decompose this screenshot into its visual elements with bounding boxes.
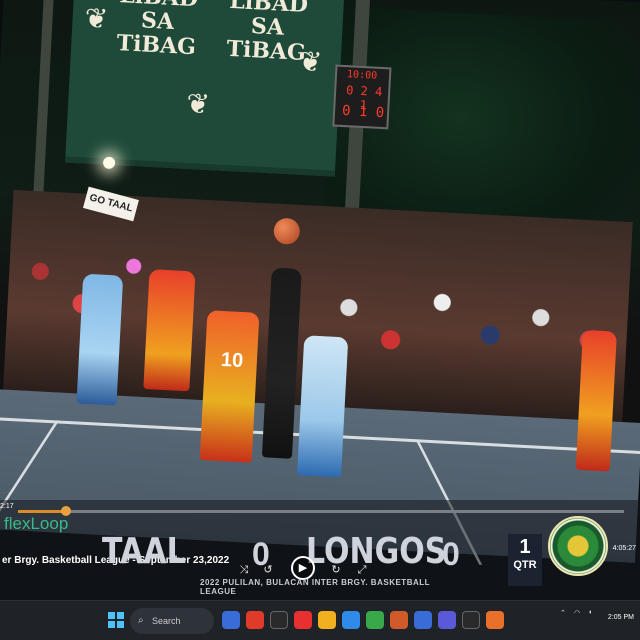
away-team-score: 0 (442, 536, 460, 572)
video-app-icon[interactable] (246, 611, 264, 629)
municipal-seal-logo (548, 516, 608, 576)
league-strip: 2022 PULILAN, BULACAN INTER BRGY. BASKET… (200, 578, 430, 596)
volume-icon[interactable]: ◖ (588, 609, 592, 616)
search-icon: ⌕ (138, 615, 144, 626)
home-team-name: TAAL (102, 530, 186, 573)
taskbar-search[interactable]: ⌕ Search (130, 608, 214, 634)
windows-taskbar: ⌕ Search ⌃ ◠ ◖ 2:05 PM (0, 600, 640, 640)
period-indicator: 1 QTR (508, 534, 542, 586)
meet-app-icon[interactable] (222, 611, 240, 629)
period-number: 1 (519, 536, 531, 558)
player-blue (76, 273, 124, 406)
time-total: 4:05:27 (612, 545, 636, 552)
shuffle-icon[interactable]: ⤨ (236, 562, 252, 578)
office-app-icon[interactable] (390, 611, 408, 629)
fullscreen-icon[interactable]: ⤢ (354, 562, 370, 578)
seek-progress (18, 510, 67, 513)
fish-icon: ❦ (185, 87, 211, 120)
banner-text-left: LiBAD SA TiBAG (116, 0, 199, 61)
wifi-icon[interactable]: ◠ (574, 609, 580, 617)
media-player-icon[interactable] (462, 611, 480, 629)
music-app-icon[interactable] (294, 611, 312, 629)
scoreboard-time: 10:00 (346, 69, 378, 82)
forward-icon[interactable]: ↻ (328, 562, 344, 578)
search-label: Search (152, 616, 181, 626)
player-orange (143, 269, 196, 392)
taskbar-clock[interactable]: 2:05 PM (608, 614, 634, 621)
play-button[interactable]: ▶ (291, 556, 315, 580)
file-explorer-icon[interactable] (318, 611, 336, 629)
seek-bar[interactable] (18, 506, 624, 516)
video-scene: LiBAD SA TiBAG LiBAD SA TiBAG ❦ ❦ ❦ 10:0… (0, 0, 640, 565)
word-app-icon[interactable] (414, 611, 432, 629)
period-label: QTR (513, 559, 537, 571)
notes-app-icon[interactable] (270, 611, 288, 629)
scoreboard-bottom: 0 1 0 (341, 102, 385, 122)
player-blue-jumper (297, 335, 349, 478)
app-icon[interactable] (486, 611, 504, 629)
windows-start-icon[interactable] (108, 612, 124, 628)
teams-app-icon[interactable] (438, 611, 456, 629)
video-player-bar: 2:17 4:05:27 flexLoop er Brgy. Basketbal… (0, 500, 640, 600)
replay-icon[interactable]: ↺ (260, 562, 276, 578)
player-orange-10 (199, 310, 260, 463)
scoreboard: 10:00 0 2 4 1 0 1 0 (332, 64, 392, 130)
fish-icon: ❦ (297, 45, 323, 78)
edge-browser-icon[interactable] (342, 611, 360, 629)
brand-watermark: flexLoop (4, 514, 69, 533)
fish-icon: ❦ (83, 2, 109, 35)
jersey-number: 10 (220, 348, 244, 373)
libad-sa-tibag-banner: LiBAD SA TiBAG LiBAD SA TiBAG ❦ ❦ ❦ (65, 0, 345, 177)
time-elapsed: 2:17 (0, 503, 14, 510)
tray-chevron-icon[interactable]: ⌃ (560, 609, 566, 617)
chrome-browser-icon[interactable] (366, 611, 384, 629)
